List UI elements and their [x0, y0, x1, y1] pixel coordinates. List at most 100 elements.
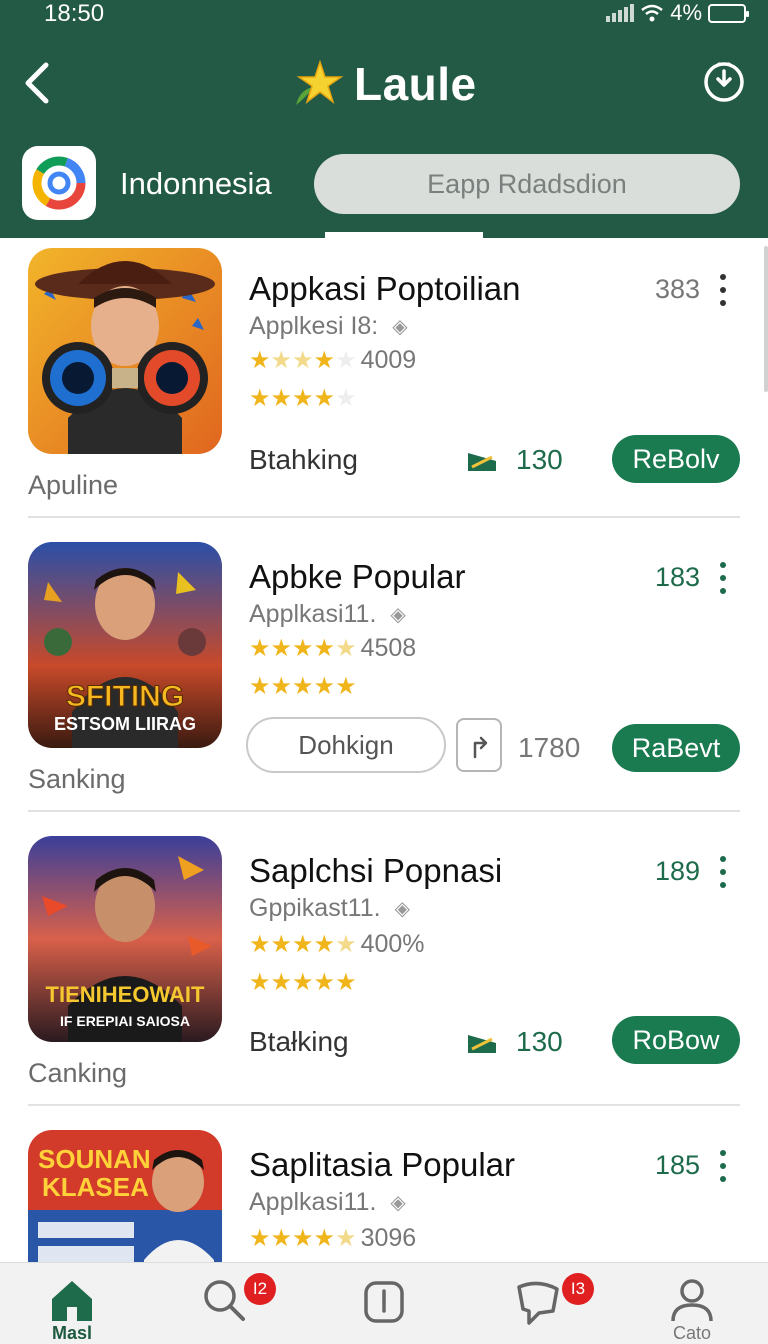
app-subtitle: Gppikast11. ◈ — [249, 894, 410, 923]
star-icon: ★ — [270, 347, 293, 374]
rating-row: ★★★★★ 400% — [249, 930, 425, 959]
nav-profile[interactable]: Cato — [662, 1277, 722, 1344]
rating-row-secondary: ★★★★★ — [249, 384, 357, 413]
nav-home[interactable]: Masl — [42, 1277, 102, 1344]
battery-icon — [708, 3, 749, 23]
list-item[interactable]: Apuline Appkasi Poptoilian 383 Applkesi … — [0, 238, 768, 518]
nav-search[interactable]: I2 — [194, 1273, 276, 1344]
app-thumbnail[interactable] — [28, 248, 222, 454]
app-name[interactable]: Appkasi Poptoilian — [249, 270, 521, 308]
star-icon: ★ — [335, 969, 357, 996]
divider — [28, 1104, 740, 1106]
star-icon: ★ — [335, 673, 357, 700]
timer-button[interactable] — [702, 60, 746, 104]
star-rating: ★★★★★ — [249, 346, 357, 375]
category-label: Canking — [28, 1058, 128, 1088]
search-input[interactable]: Eapp Rdadsdion — [314, 154, 740, 214]
app-subtitle-text: Applkasi11. — [249, 1188, 377, 1216]
star-icon: ★ — [249, 969, 271, 996]
get-button[interactable]: RoBow — [612, 1016, 740, 1064]
thumb-caption: SFITING — [66, 680, 184, 713]
chat-icon — [517, 1281, 559, 1325]
star-icon: ★ — [292, 931, 314, 958]
app-name[interactable]: Saplchsi Popnasi — [249, 852, 502, 890]
scrollbar[interactable] — [764, 246, 768, 392]
download-arrow-icon — [468, 1035, 496, 1053]
list-item[interactable]: SFITING ESTSOM LIIRAG Sanking Apbke Popu… — [0, 532, 768, 812]
star-rating: ★★★★★ — [249, 634, 357, 663]
store-logo[interactable] — [22, 146, 96, 220]
bottom-nav: Masl I2 I3 Cato — [0, 1262, 768, 1344]
search-icon — [204, 1280, 245, 1321]
star-icon: ★ — [292, 969, 314, 996]
app-subtitle: Applkesi I8: ◈ — [249, 312, 408, 341]
star-icon: ★ — [335, 347, 357, 374]
star-rating: ★★★★★ — [249, 384, 357, 413]
share-button[interactable] — [456, 718, 502, 772]
rating-row-secondary: ★★★★★ — [249, 672, 357, 701]
outline-button[interactable]: Dohkign — [246, 717, 446, 773]
download-count-value: 130 — [516, 444, 563, 475]
star-logo-icon — [296, 59, 344, 105]
star-icon: ★ — [292, 347, 314, 374]
country-label[interactable]: Indonnesia — [120, 166, 272, 202]
star-rating: ★★★★★ — [249, 1224, 357, 1253]
puzzle-icon: ◈ — [390, 604, 406, 626]
rating-row: ★★★★★ 4009 — [249, 346, 416, 375]
star-icon: ★ — [335, 1225, 357, 1252]
nav-device[interactable] — [354, 1277, 414, 1344]
phone-icon — [364, 1281, 404, 1323]
more-options-icon[interactable] — [718, 856, 728, 888]
list-item[interactable]: TIENIHEOWAIT IF EREPIAI SAIOSA Canking S… — [0, 826, 768, 1106]
star-icon: ★ — [335, 385, 357, 412]
get-button[interactable]: RaBevt — [612, 724, 740, 772]
nav-messages[interactable]: I3 — [508, 1273, 594, 1344]
thumb-caption: TIENIHEOWAIT — [46, 982, 205, 1007]
star-icon: ★ — [270, 385, 293, 412]
star-icon: ★ — [249, 673, 271, 700]
share-arrow-icon — [473, 736, 488, 759]
star-icon: ★ — [249, 347, 271, 374]
download-count-value: 130 — [516, 1026, 563, 1057]
notification-badge: I3 — [562, 1273, 594, 1305]
download-arrow-icon — [468, 453, 496, 471]
page-title: Laule — [354, 58, 477, 110]
star-icon: ★ — [292, 673, 314, 700]
nav-label: Masl — [51, 1323, 93, 1343]
puzzle-icon: ◈ — [392, 316, 408, 338]
app-subtitle-text: Applkesi I8: — [249, 312, 379, 340]
app-thumbnail[interactable]: SOUNAN KLASEA — [28, 1130, 222, 1262]
star-icon: ★ — [270, 635, 293, 662]
thumb-caption-sub: ESTSOM LIIRAG — [54, 714, 196, 734]
rating-row: ★★★★★ 4508 — [249, 634, 416, 663]
app-thumbnail-art: SFITING ESTSOM LIIRAG — [28, 542, 222, 748]
app-thumbnail-art — [28, 248, 222, 454]
back-button[interactable] — [16, 58, 56, 108]
star-icon: ★ — [313, 931, 336, 958]
star-icon: ★ — [313, 673, 336, 700]
divider — [28, 516, 740, 518]
puzzle-icon: ◈ — [394, 898, 410, 920]
app-list[interactable]: Apuline Appkasi Poptoilian 383 Applkesi … — [0, 238, 768, 1262]
get-button[interactable]: ReBolv — [612, 435, 740, 483]
more-options-icon[interactable] — [718, 562, 728, 594]
app-thumbnail[interactable]: SFITING ESTSOM LIIRAG — [28, 542, 222, 748]
thumb-caption-sub: KLASEA — [42, 1172, 149, 1202]
more-options-icon[interactable] — [718, 1150, 728, 1182]
app-name[interactable]: Apbke Popular — [249, 558, 465, 596]
app-count: 383 — [654, 274, 700, 304]
app-subtitle: Applkasi11. ◈ — [249, 600, 406, 629]
chevron-left-icon — [25, 62, 49, 104]
star-icon: ★ — [313, 347, 336, 374]
app-name[interactable]: Saplitasia Popular — [249, 1146, 515, 1184]
more-options-icon[interactable] — [718, 274, 728, 306]
star-icon: ★ — [270, 1225, 293, 1252]
app-thumbnail[interactable]: TIENIHEOWAIT IF EREPIAI SAIOSA — [28, 836, 222, 1042]
app-header: 18:50 4% Laule Indonnesia Eapp Rdadsdion — [0, 0, 768, 238]
star-icon: ★ — [292, 385, 314, 412]
title-group: Laule — [290, 54, 477, 114]
list-item[interactable]: SOUNAN KLASEA Saplitasia Popular 185 App… — [0, 1120, 768, 1262]
store-logo-icon — [32, 156, 86, 210]
star-icon: ★ — [335, 635, 357, 662]
star-icon: ★ — [249, 385, 271, 412]
